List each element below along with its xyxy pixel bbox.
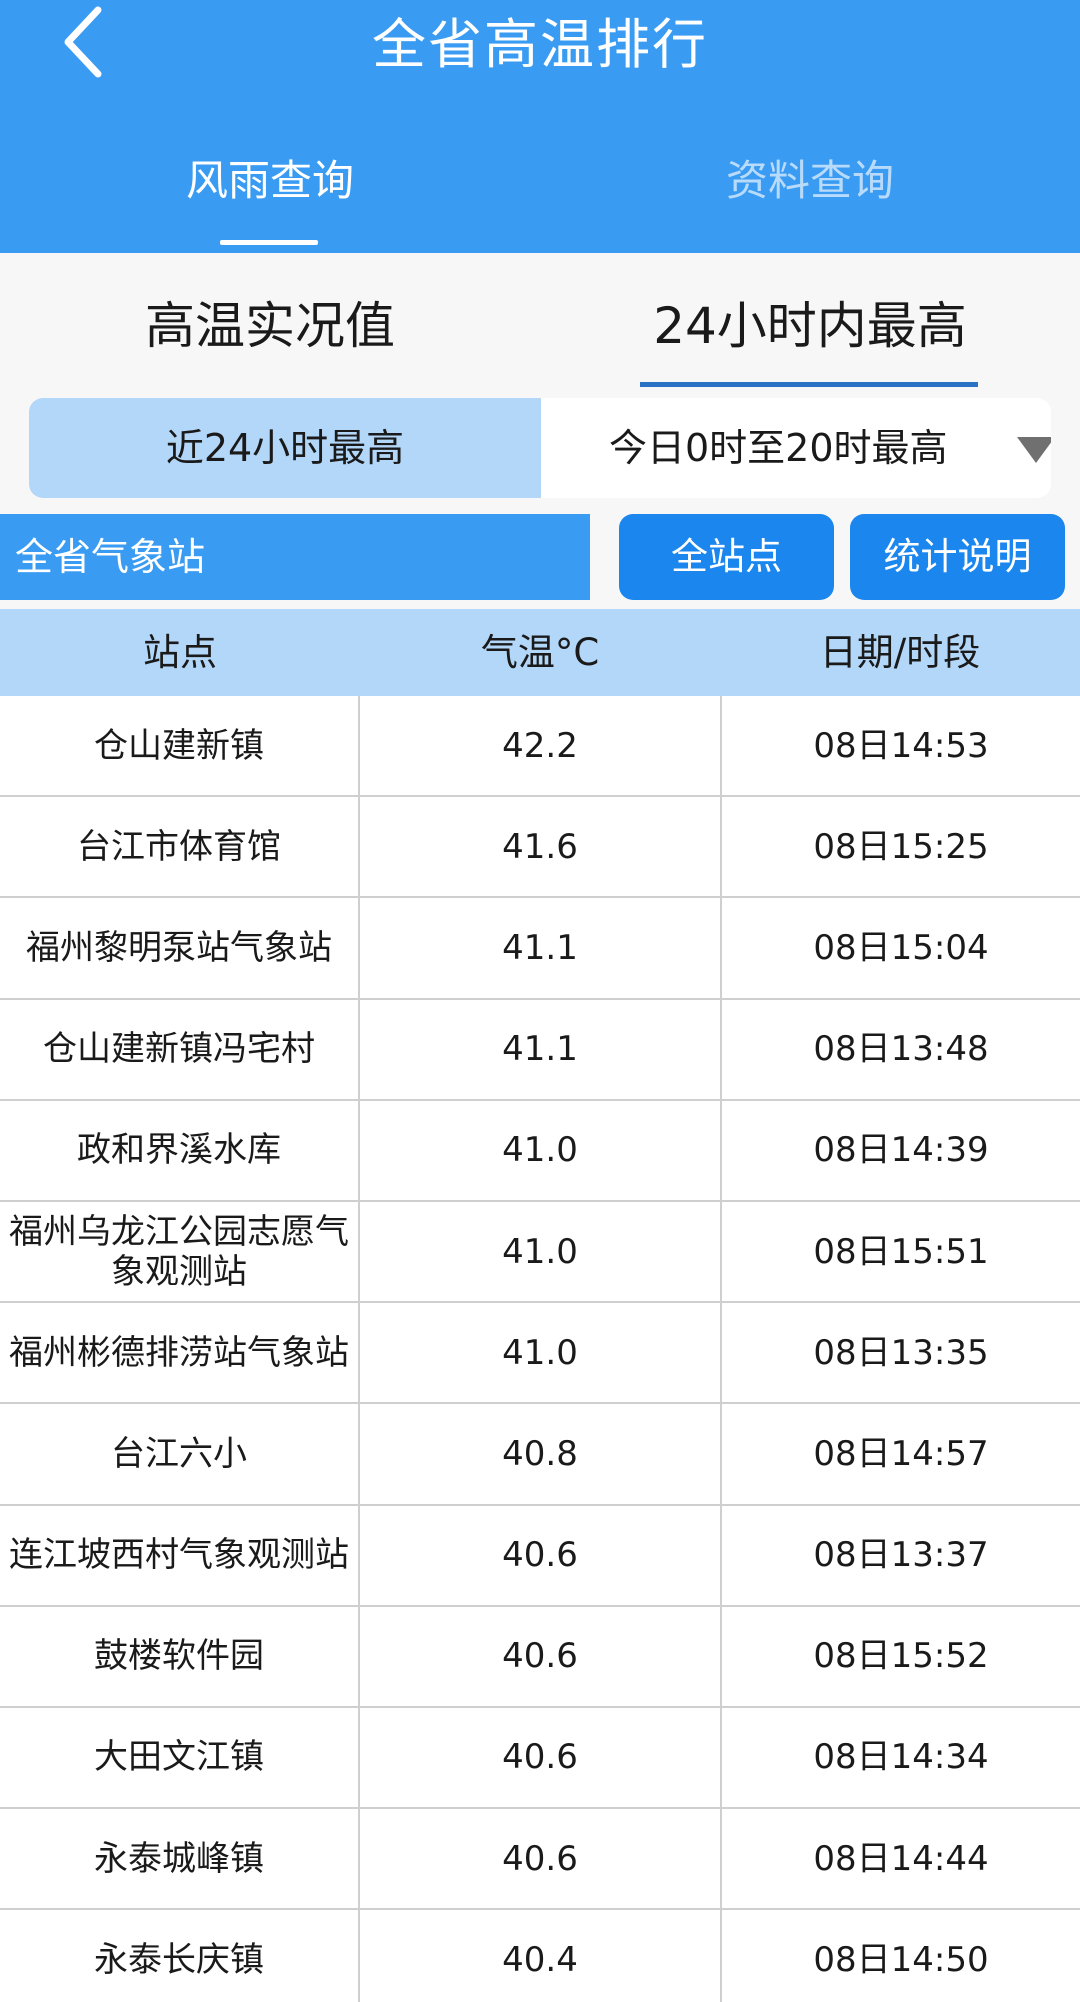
- datetime-cell: 08日15:25: [813, 826, 989, 867]
- temperature-cell: 40.4: [360, 1910, 722, 2002]
- temperature-cell: 40.6: [360, 1606, 722, 1706]
- temperature-cell: 41.1: [360, 898, 722, 998]
- datetime-cell: 08日14:34: [813, 1737, 989, 1778]
- temperature-cell: 40.6: [360, 1707, 722, 1808]
- datetime-cell: 08日14:50: [813, 1939, 989, 1980]
- station-cell: 鼓楼软件园: [0, 1606, 360, 1706]
- table-row[interactable]: 仓山建新镇冯宅村 41.1 08日13:48: [0, 999, 1080, 1101]
- column-header-datetime: 日期/时段: [819, 631, 981, 674]
- station-group-label: 全省气象站: [15, 535, 206, 579]
- station-cell: 福州乌龙江公园志愿气象观测站: [0, 1201, 360, 1302]
- datetime-cell: 08日15:52: [813, 1636, 989, 1677]
- table-row[interactable]: 连江坡西村气象观测站 40.6 08日13:37: [0, 1505, 1080, 1607]
- station-cell: 福州黎明泵站气象站: [0, 898, 360, 998]
- temperature-cell: 41.0: [360, 1100, 722, 1200]
- datetime-cell: 08日15:51: [813, 1231, 989, 1272]
- tab-data-query[interactable]: 资料查询: [540, 148, 1080, 214]
- active-subtab-indicator: [640, 382, 978, 387]
- table-row[interactable]: 福州乌龙江公园志愿气象观测站 41.0 08日15:51: [0, 1201, 1080, 1304]
- temperature-cell: 40.8: [360, 1404, 722, 1504]
- station-cell: 台江六小: [0, 1404, 360, 1504]
- datetime-cell: 08日14:57: [813, 1433, 989, 1474]
- station-cell: 永泰长庆镇: [0, 1910, 360, 2002]
- datetime-cell: 08日14:44: [813, 1838, 989, 1879]
- table-row[interactable]: 永泰长庆镇 40.4 08日14:50: [0, 1910, 1080, 2002]
- table-row[interactable]: 台江市体育馆 41.6 08日15:25: [0, 797, 1080, 899]
- temperature-cell: 41.0: [360, 1303, 722, 1403]
- temperature-cell: 42.2: [360, 696, 722, 796]
- statistics-explanation-button[interactable]: 统计说明: [850, 514, 1065, 600]
- time-range-segment: 近24小时最高 今日0时至20时最高: [29, 398, 1051, 498]
- station-cell: 台江市体育馆: [0, 797, 360, 897]
- app-header: 全省高温排行 风雨查询 资料查询: [0, 0, 1080, 253]
- column-header-temperature: 气温°C: [480, 631, 600, 674]
- station-cell: 仓山建新镇冯宅村: [0, 999, 360, 1099]
- temperature-cell: 41.6: [360, 797, 722, 897]
- table-row[interactable]: 鼓楼软件园 40.6 08日15:52: [0, 1606, 1080, 1708]
- datetime-cell: 08日14:53: [813, 725, 989, 766]
- all-stations-button[interactable]: 全站点: [619, 514, 834, 600]
- table-header: 站点 气温°C 日期/时段: [0, 609, 1080, 696]
- station-cell: 仓山建新镇: [0, 696, 360, 796]
- triangle-down-icon: [1017, 437, 1051, 463]
- column-header-station: 站点: [143, 631, 217, 674]
- segment-today-0-20-dropdown[interactable]: 今日0时至20时最高: [541, 398, 1051, 498]
- station-cell: 永泰城峰镇: [0, 1809, 360, 1909]
- station-cell: 大田文江镇: [0, 1707, 360, 1808]
- station-cell: 政和界溪水库: [0, 1100, 360, 1200]
- tab-wind-rain-query[interactable]: 风雨查询: [0, 148, 540, 214]
- segment-today-label: 今日0时至20时最高: [609, 426, 948, 470]
- datetime-cell: 08日13:37: [813, 1535, 989, 1576]
- active-tab-indicator: [220, 240, 318, 245]
- station-group-selector[interactable]: 全省气象站: [0, 514, 590, 600]
- station-cell: 福州彬德排涝站气象站: [0, 1303, 360, 1403]
- datetime-cell: 08日14:39: [813, 1130, 989, 1171]
- table-row[interactable]: 台江六小 40.8 08日14:57: [0, 1404, 1080, 1506]
- table-row[interactable]: 政和界溪水库 41.0 08日14:39: [0, 1100, 1080, 1202]
- table-row[interactable]: 仓山建新镇 42.2 08日14:53: [0, 696, 1080, 798]
- table-row[interactable]: 永泰城峰镇 40.6 08日14:44: [0, 1809, 1080, 1911]
- page-title: 全省高温排行: [372, 13, 708, 76]
- subtab-high-temp-live[interactable]: 高温实况值: [0, 290, 540, 362]
- temperature-cell: 41.1: [360, 999, 722, 1099]
- table-row[interactable]: 大田文江镇 40.6 08日14:34: [0, 1707, 1080, 1810]
- datetime-cell: 08日13:35: [813, 1332, 989, 1373]
- table-row[interactable]: 福州彬德排涝站气象站 41.0 08日13:35: [0, 1303, 1080, 1405]
- station-cell: 连江坡西村气象观测站: [0, 1505, 360, 1605]
- temperature-cell: 41.0: [360, 1201, 722, 1302]
- subtab-24h-max[interactable]: 24小时内最高: [540, 290, 1080, 362]
- segment-last-24h[interactable]: 近24小时最高: [29, 398, 541, 498]
- ranking-table: 仓山建新镇 42.2 08日14:53 台江市体育馆 41.6 08日15:25…: [0, 696, 1080, 2002]
- datetime-cell: 08日15:04: [813, 927, 989, 968]
- datetime-cell: 08日13:48: [813, 1029, 989, 1070]
- temperature-cell: 40.6: [360, 1809, 722, 1909]
- table-row[interactable]: 福州黎明泵站气象站 41.1 08日15:04: [0, 898, 1080, 1000]
- temperature-cell: 40.6: [360, 1505, 722, 1605]
